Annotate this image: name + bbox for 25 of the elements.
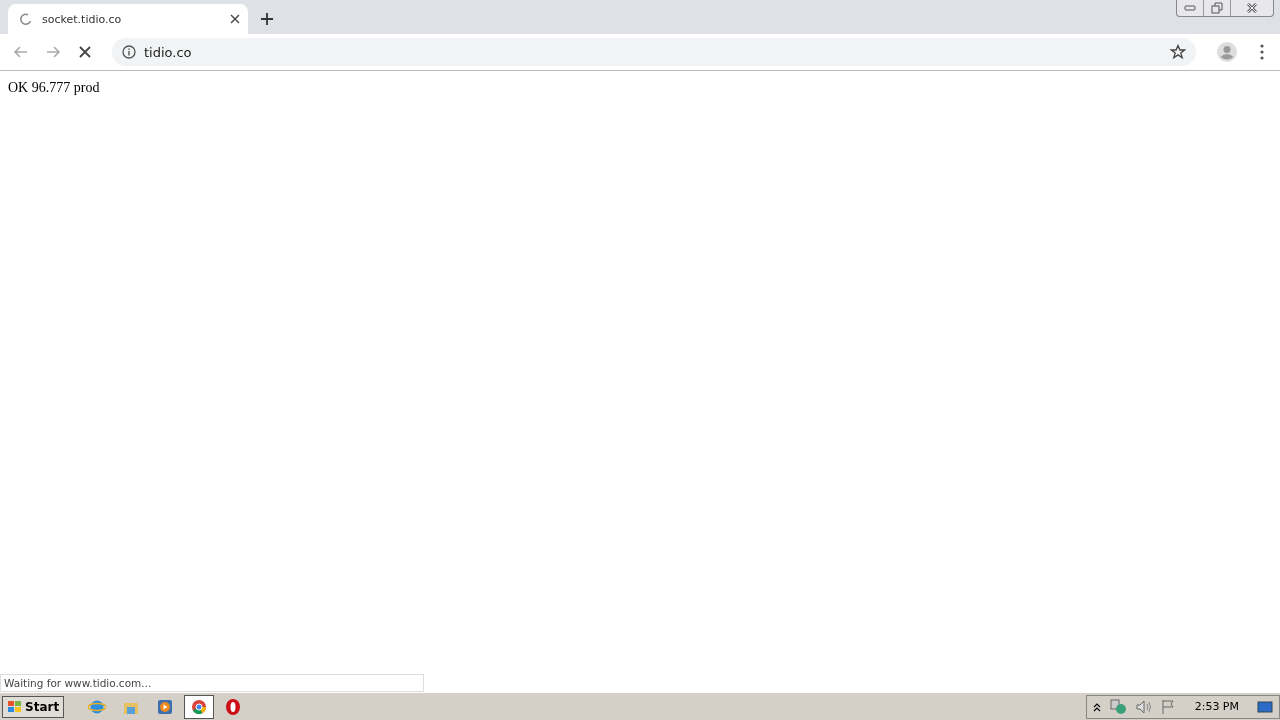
star-icon[interactable] [1170,44,1186,60]
close-icon[interactable] [230,14,240,24]
stop-icon[interactable] [78,45,92,59]
address-field[interactable]: tidio.co [144,44,1162,60]
avatar-icon[interactable] [1216,41,1238,63]
flag-icon[interactable] [1160,698,1177,715]
page-text: OK 96.777 prod [8,80,100,95]
show-desktop-icon[interactable] [1257,699,1273,714]
address-bar[interactable]: tidio.co [112,38,1196,66]
info-icon[interactable] [122,45,136,59]
speaker-icon[interactable] [1134,698,1153,715]
windows-logo-icon [7,699,23,714]
start-button[interactable]: Start [2,695,65,718]
browser-tab[interactable]: socket.tidio.co [8,4,248,34]
restore-icon[interactable] [1211,2,1223,14]
clock[interactable]: 2:53 PM [1194,700,1239,713]
status-bubble: Waiting for www.tidio.com... [0,674,424,692]
new-tab-icon[interactable] [260,12,274,26]
chevron-icon[interactable] [1092,701,1101,712]
close-icon[interactable] [1246,3,1258,13]
browser-icon [190,697,209,716]
opera-icon [224,697,243,716]
play-icon [156,697,175,716]
minimize-icon[interactable] [1184,5,1196,11]
taskbar-button[interactable] [184,694,215,719]
